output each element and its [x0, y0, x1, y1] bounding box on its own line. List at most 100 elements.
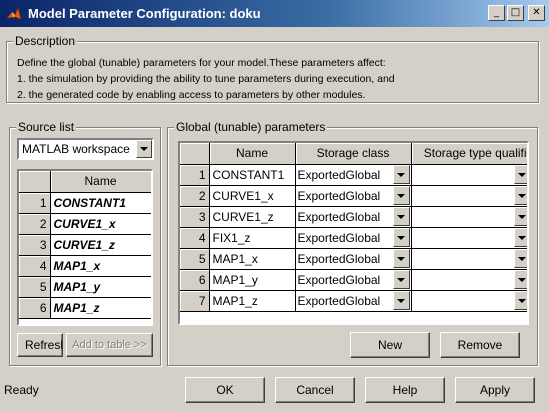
row-number[interactable]: 3 — [19, 234, 51, 256]
minimize-icon: _ — [494, 7, 499, 18]
status-text: Ready — [4, 383, 39, 397]
storage-class-select[interactable]: ExportedGlobal — [295, 164, 412, 186]
qualifier-select[interactable] — [411, 227, 527, 249]
parameter-name[interactable]: FIX1_z — [209, 227, 296, 249]
chevron-down-icon[interactable] — [513, 186, 527, 205]
row-number[interactable]: 1 — [180, 164, 210, 186]
table-row[interactable]: 2 CURVE1_x ExportedGlobal — [180, 185, 527, 207]
chevron-down-icon[interactable] — [392, 291, 410, 310]
row-number[interactable]: 1 — [19, 192, 51, 214]
qualifier-select[interactable] — [411, 185, 527, 207]
variable-name[interactable]: CURVE1_z — [50, 234, 151, 256]
chevron-down-icon[interactable] — [392, 207, 410, 226]
storage-type-qualifier-header[interactable]: Storage type qualifier — [411, 143, 527, 165]
minimize-button[interactable]: _ — [488, 5, 505, 21]
storage-class-select[interactable]: ExportedGlobal — [295, 269, 412, 291]
chevron-down-icon[interactable] — [513, 207, 527, 226]
parameter-name[interactable]: MAP1_z — [209, 290, 296, 312]
refresh-button[interactable]: Refresh — [17, 333, 63, 357]
title-bar[interactable]: Model Parameter Configuration: doku _ □ … — [0, 0, 549, 27]
chevron-down-icon[interactable] — [513, 228, 527, 247]
storage-class-value: ExportedGlobal — [297, 209, 381, 224]
source-select[interactable]: MATLAB workspace — [17, 138, 154, 160]
storage-class-select[interactable]: ExportedGlobal — [295, 227, 412, 249]
name-header[interactable]: Name — [209, 143, 296, 165]
maximize-button[interactable]: □ — [507, 5, 524, 21]
parameter-name[interactable]: MAP1_x — [209, 248, 296, 270]
table-row[interactable]: 5 MAP1_y — [19, 276, 151, 298]
parameter-name[interactable]: MAP1_y — [209, 269, 296, 291]
storage-class-select[interactable]: ExportedGlobal — [295, 248, 412, 270]
row-number[interactable]: 3 — [180, 206, 210, 228]
storage-class-select[interactable]: ExportedGlobal — [295, 185, 412, 207]
qualifier-select[interactable] — [411, 206, 527, 228]
ok-button[interactable]: OK — [185, 377, 265, 403]
chevron-down-icon[interactable] — [513, 270, 527, 289]
add-to-table-button[interactable]: Add to table >> — [66, 333, 153, 357]
qualifier-select[interactable] — [411, 269, 527, 291]
description-group: Description Define the global (tunable) … — [6, 34, 539, 103]
qualifier-select[interactable] — [411, 164, 527, 186]
ok-button-label: OK — [216, 383, 234, 397]
row-number-header — [19, 171, 51, 193]
storage-class-select[interactable]: ExportedGlobal — [295, 290, 412, 312]
help-button[interactable]: Help — [365, 377, 445, 403]
table-row[interactable]: 6 MAP1_y ExportedGlobal — [180, 269, 527, 291]
table-row[interactable]: 4 MAP1_x — [19, 255, 151, 277]
table-row[interactable]: 1 CONSTANT1 — [19, 192, 151, 214]
row-number[interactable]: 4 — [19, 255, 51, 277]
source-table[interactable]: Name 1 CONSTANT1 2 CURVE1_x 3 CURVE1_z 4… — [17, 169, 153, 326]
row-number[interactable]: 4 — [180, 227, 210, 249]
chevron-down-icon[interactable] — [392, 228, 410, 247]
maximize-icon: □ — [510, 7, 521, 18]
apply-button[interactable]: Apply — [455, 377, 535, 403]
help-button-label: Help — [392, 383, 418, 397]
storage-class-header[interactable]: Storage class — [295, 143, 412, 165]
table-row[interactable]: 7 MAP1_z ExportedGlobal — [180, 290, 527, 312]
chevron-down-icon[interactable] — [136, 140, 152, 158]
row-number[interactable]: 6 — [19, 297, 51, 319]
row-number[interactable]: 2 — [180, 185, 210, 207]
variable-name[interactable]: CURVE1_x — [50, 213, 151, 235]
chevron-down-icon[interactable] — [392, 270, 410, 289]
variable-name[interactable]: CONSTANT1 — [50, 192, 151, 214]
apply-button-label: Apply — [479, 383, 511, 397]
source-name-header[interactable]: Name — [50, 171, 151, 193]
parameter-name[interactable]: CONSTANT1 — [209, 164, 296, 186]
table-row[interactable]: 5 MAP1_x ExportedGlobal — [180, 248, 527, 270]
row-number[interactable]: 7 — [180, 290, 210, 312]
global-parameters-table[interactable]: Name Storage class Storage type qualifie… — [178, 141, 529, 325]
row-number[interactable]: 2 — [19, 213, 51, 235]
row-number[interactable]: 6 — [180, 269, 210, 291]
storage-class-value: ExportedGlobal — [297, 188, 381, 203]
chevron-down-icon[interactable] — [392, 186, 410, 205]
new-button[interactable]: New — [350, 332, 430, 358]
description-legend: Description — [13, 34, 78, 48]
remove-button[interactable]: Remove — [440, 332, 520, 358]
table-row[interactable]: 1 CONSTANT1 ExportedGlobal — [180, 164, 527, 186]
table-row[interactable]: 4 FIX1_z ExportedGlobal — [180, 227, 527, 249]
cancel-button[interactable]: Cancel — [275, 377, 355, 403]
qualifier-select[interactable] — [411, 290, 527, 312]
chevron-down-icon[interactable] — [513, 249, 527, 268]
storage-class-select[interactable]: ExportedGlobal — [295, 206, 412, 228]
chevron-down-icon[interactable] — [392, 165, 410, 184]
table-row[interactable]: 2 CURVE1_x — [19, 213, 151, 235]
parameter-name[interactable]: CURVE1_x — [209, 185, 296, 207]
row-number[interactable]: 5 — [19, 276, 51, 298]
source-list-group: Source list MATLAB workspace Name 1 CONS… — [9, 120, 161, 366]
storage-class-value: ExportedGlobal — [297, 167, 381, 182]
table-row[interactable]: 3 CURVE1_z — [19, 234, 151, 256]
chevron-down-icon[interactable] — [513, 165, 527, 184]
table-row[interactable]: 6 MAP1_z — [19, 297, 151, 319]
row-number[interactable]: 5 — [180, 248, 210, 270]
variable-name[interactable]: MAP1_y — [50, 276, 151, 298]
qualifier-select[interactable] — [411, 248, 527, 270]
parameter-name[interactable]: CURVE1_z — [209, 206, 296, 228]
variable-name[interactable]: MAP1_z — [50, 297, 151, 319]
chevron-down-icon[interactable] — [513, 291, 527, 310]
variable-name[interactable]: MAP1_x — [50, 255, 151, 277]
chevron-down-icon[interactable] — [392, 249, 410, 268]
close-button[interactable]: ✕ — [528, 5, 545, 21]
table-row[interactable]: 3 CURVE1_z ExportedGlobal — [180, 206, 527, 228]
